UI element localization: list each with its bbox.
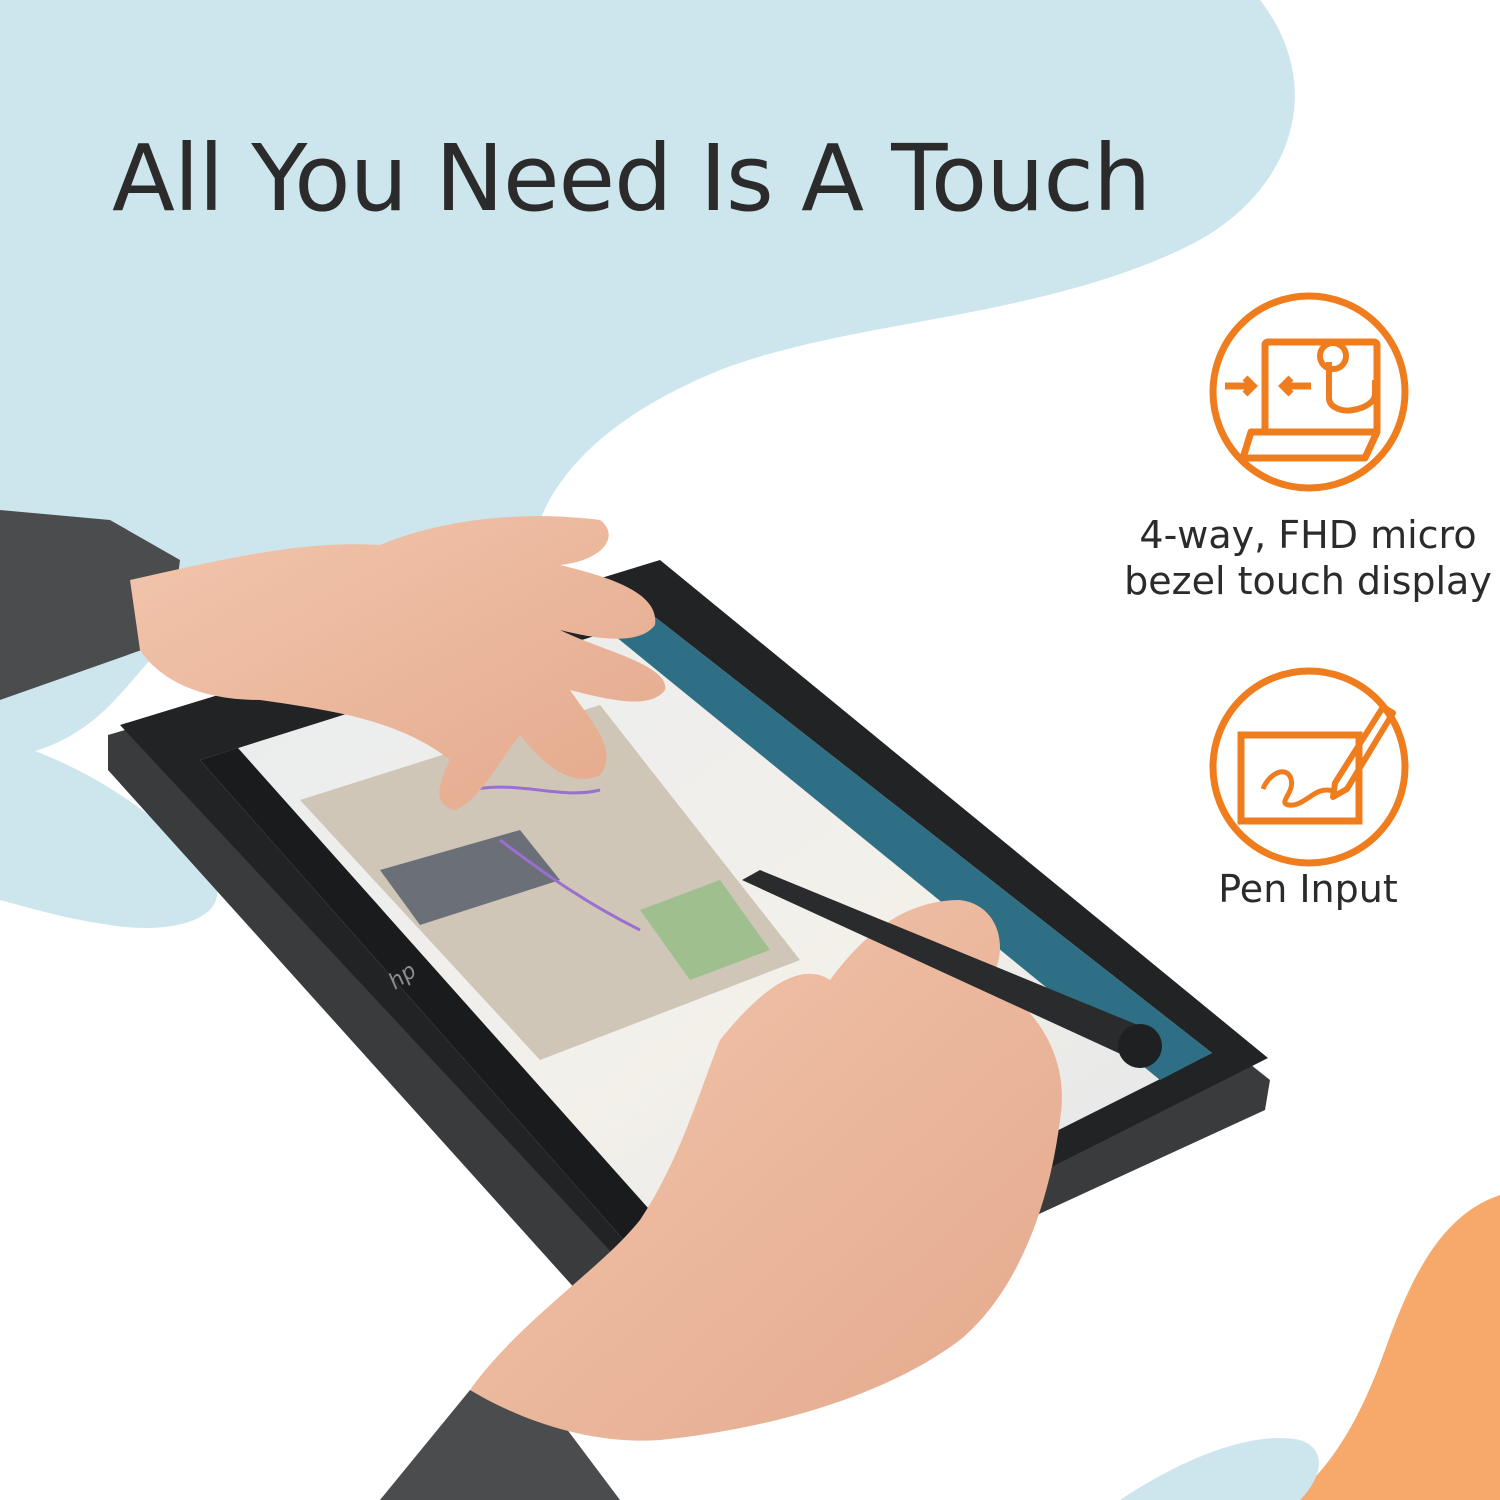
pen-cap	[1118, 1024, 1162, 1068]
touch-display-icon	[1209, 292, 1409, 492]
pen-input-label: Pen Input	[1218, 867, 1398, 911]
touch-display-label: 4-way, FHD micro bezel touch display	[1124, 513, 1492, 604]
pen-input-icon	[1209, 667, 1409, 867]
headline: All You Need Is A Touch	[112, 125, 1151, 232]
